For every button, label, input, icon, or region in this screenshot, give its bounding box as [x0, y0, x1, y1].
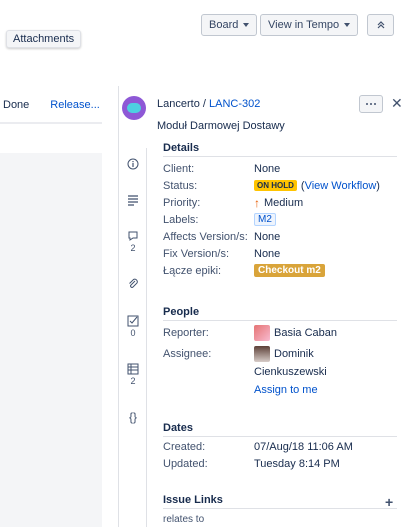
description-tab[interactable]	[119, 194, 147, 206]
status-lozenge[interactable]: ON HOLD	[254, 180, 297, 191]
epic-row: Łącze epiki: Checkout m2	[163, 262, 403, 279]
checklist-count: 0	[130, 328, 136, 338]
updated-value: Tuesday 8:14 PM	[254, 457, 340, 470]
chevron-down-icon	[344, 23, 351, 27]
braces-icon: {}	[128, 410, 137, 424]
label-tag[interactable]: M2	[254, 213, 276, 226]
attachments-tooltip: Attachments	[6, 30, 82, 48]
breadcrumb: Lancerto / LANC-302	[157, 98, 260, 110]
chevron-down-icon	[243, 23, 250, 27]
dates-heading: Dates	[163, 422, 193, 434]
priority-row: Priority: ↑ Medium	[163, 194, 403, 211]
updated-row: Updated: Tuesday 8:14 PM	[163, 455, 403, 472]
assignee-row: Assignee: Dominik	[163, 345, 403, 362]
info-icon	[127, 158, 139, 170]
status-text: Done	[3, 99, 30, 111]
assignee-last-row: Cienkuszewski	[254, 363, 394, 380]
affects-value[interactable]: None	[254, 231, 280, 243]
attachments-tab[interactable]	[119, 278, 147, 290]
release-link[interactable]: Release...	[50, 99, 100, 111]
assignee-last-name[interactable]: Cienkuszewski	[254, 366, 327, 378]
assign-to-me-link[interactable]: Assign to me	[254, 384, 318, 396]
tooltip-text: Attachments	[13, 33, 75, 45]
created-row: Created: 07/Aug/18 11:06 AM	[163, 438, 403, 455]
reporter-name[interactable]: Basia Caban	[274, 327, 337, 339]
reporter-row: Reporter: Basia Caban	[163, 324, 403, 341]
issue-summary: Moduł Darmowej Dostawy	[157, 120, 285, 132]
fix-label: Fix Version/s:	[163, 247, 230, 260]
table-count: 2	[130, 376, 136, 386]
priority-up-arrow-icon: ↑	[254, 195, 260, 210]
issue-detail-panel: Lancerto / LANC-302 Moduł Darmowej Dosta…	[118, 86, 408, 527]
assign-to-me-row: Assign to me	[254, 381, 394, 398]
comments-count: 2	[130, 243, 136, 253]
reporter-label: Reporter:	[163, 326, 209, 339]
breadcrumb-separator: /	[202, 98, 206, 110]
fix-value[interactable]: None	[254, 248, 280, 260]
labels-row: Labels: M2	[163, 211, 403, 228]
view-workflow-link[interactable]: View Workflow	[305, 180, 377, 192]
client-label: Client:	[163, 162, 195, 175]
status-label: Status:	[163, 179, 198, 192]
paperclip-icon	[129, 278, 138, 288]
text-lines-icon	[128, 195, 138, 206]
epic-label: Łącze epiki:	[163, 264, 222, 277]
left-issue-row[interactable]: Done Release...	[0, 94, 104, 116]
table-tab[interactable]: 2	[119, 363, 147, 386]
fix-row: Fix Version/s: None	[163, 245, 403, 262]
details-heading: Details	[163, 142, 200, 154]
people-heading: People	[163, 306, 200, 318]
people-rule	[163, 320, 397, 321]
affects-row: Affects Version/s: None	[163, 228, 403, 245]
relates-to-text: relates to	[163, 514, 205, 525]
code-tab[interactable]: {}	[119, 410, 147, 424]
assignee-label: Assignee:	[163, 347, 212, 360]
project-name[interactable]: Lancerto	[157, 98, 200, 110]
priority-label: Priority:	[163, 196, 201, 209]
links-rule	[163, 508, 397, 509]
labels-label: Labels:	[163, 213, 199, 226]
top-bar: Board View in Tempo Attachments	[0, 0, 408, 86]
client-value[interactable]: None	[254, 163, 280, 175]
paren-close: )	[376, 179, 380, 192]
created-value: 07/Aug/18 11:06 AM	[254, 440, 353, 453]
created-label: Created:	[163, 440, 206, 453]
collapse-button[interactable]	[367, 14, 394, 36]
tempo-label: View in Tempo	[268, 19, 340, 31]
view-in-tempo-button[interactable]: View in Tempo	[260, 14, 359, 36]
more-actions-button[interactable]	[359, 95, 383, 113]
status-row: Status: ON HOLD (View Workflow)	[163, 177, 403, 194]
comments-tab[interactable]: 2	[119, 230, 147, 253]
board-label: Board	[209, 19, 239, 31]
updated-label: Updated:	[163, 457, 208, 470]
checkbox-icon	[127, 315, 139, 327]
client-row: Client: None	[163, 160, 403, 177]
left-gray-area	[0, 153, 102, 527]
close-icon[interactable]: ✕	[391, 95, 403, 111]
assignee-first-name[interactable]: Dominik	[274, 348, 314, 360]
affects-label: Affects Version/s:	[163, 230, 248, 243]
project-avatar	[122, 96, 146, 120]
issue-links-heading: Issue Links	[163, 494, 223, 506]
reporter-avatar	[254, 324, 270, 341]
issue-key-link[interactable]: LANC-302	[209, 98, 260, 110]
info-tab[interactable]	[119, 158, 147, 170]
board-button[interactable]: Board	[201, 14, 258, 36]
table-icon	[127, 363, 139, 375]
side-rail: 2 0 2 {}	[119, 148, 147, 527]
dates-rule	[163, 436, 397, 437]
divider	[0, 122, 102, 124]
double-chevron-up-icon	[377, 21, 384, 29]
priority-value[interactable]: Medium	[264, 197, 303, 209]
checklist-tab[interactable]: 0	[119, 315, 147, 338]
details-rule	[163, 156, 397, 157]
epic-lozenge[interactable]: Checkout m2	[254, 264, 325, 277]
assignee-avatar	[254, 345, 270, 362]
comment-icon	[128, 231, 138, 241]
